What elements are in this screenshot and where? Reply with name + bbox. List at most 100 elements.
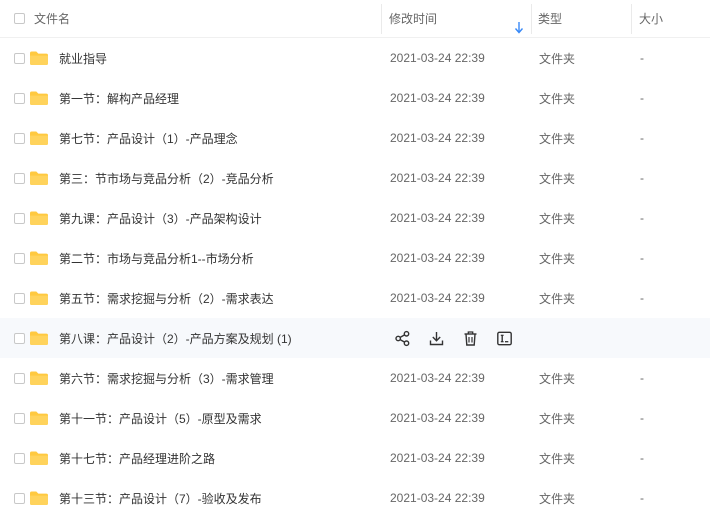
modified-time: 2021-03-24 22:39 [390,211,485,225]
row-check-cell [0,492,25,504]
file-size: - [640,491,644,505]
file-name-link[interactable]: 第八课：产品设计（2）-产品方案及规划 (1) [59,330,292,347]
folder-icon [29,410,49,426]
size-cell: - [631,171,710,185]
column-header-name-label: 文件名 [34,12,71,26]
file-name-link[interactable]: 第一节：解构产品经理 [59,90,179,107]
file-name-link[interactable]: 第七节：产品设计（1）-产品理念 [59,130,238,147]
column-header-name[interactable]: 文件名 [25,10,381,27]
select-all-cell [0,13,25,24]
type-cell: 文件夹 [531,410,631,427]
file-name-link[interactable]: 第九课：产品设计（3）-产品架构设计 [59,210,262,227]
rename-icon[interactable] [496,330,513,347]
file-type: 文件夹 [539,131,576,146]
file-type: 文件夹 [539,291,576,306]
modified-time: 2021-03-24 22:39 [390,251,485,265]
file-size: - [640,371,644,385]
file-name-link[interactable]: 第五节：需求挖掘与分析（2）-需求表达 [59,290,274,307]
file-row[interactable]: 第三：节市场与竞品分析（2）-竞品分析 2021-03-24 22:39 文件夹… [0,158,710,198]
size-cell: - [631,211,710,225]
file-row[interactable]: 第一节：解构产品经理 2021-03-24 22:39 文件夹 - [0,78,710,118]
file-size: - [640,91,644,105]
row-checkbox[interactable] [14,412,25,424]
modified-time: 2021-03-24 22:39 [390,131,485,145]
file-name-link[interactable]: 第二节：市场与竞品分析1--市场分析 [59,250,254,267]
file-name-link[interactable]: 就业指导 [59,50,107,67]
size-cell: - [631,491,710,505]
file-size: - [640,291,644,305]
column-header-modified[interactable]: 修改时间 [381,10,531,34]
row-checkbox[interactable] [14,92,25,104]
row-checkbox[interactable] [14,372,25,384]
file-size: - [640,51,644,65]
share-icon[interactable] [394,330,411,347]
file-size: - [640,171,644,185]
file-row[interactable]: 第二节：市场与竞品分析1--市场分析 2021-03-24 22:39 文件夹 … [0,238,710,278]
row-checkbox[interactable] [14,492,25,504]
file-row[interactable]: 第十七节：产品经理进阶之路 2021-03-24 22:39 文件夹 - [0,438,710,478]
type-cell: 文件夹 [531,290,631,307]
file-name-link[interactable]: 第十三节：产品设计（7）-验收及发布 [59,490,262,507]
column-header-type[interactable]: 类型 [531,10,631,27]
file-name-link[interactable]: 第三：节市场与竞品分析（2）-竞品分析 [59,170,274,187]
column-divider[interactable] [381,4,382,34]
name-cell: 第七节：产品设计（1）-产品理念 [25,130,381,147]
file-row[interactable]: 第十三节：产品设计（7）-验收及发布 2021-03-24 22:39 文件夹 … [0,478,710,518]
column-header-size[interactable]: 大小 [631,10,710,27]
file-type: 文件夹 [539,451,576,466]
modified-cell: 2021-03-24 22:39 [381,91,531,105]
file-row[interactable]: 第七节：产品设计（1）-产品理念 2021-03-24 22:39 文件夹 - [0,118,710,158]
file-name-link[interactable]: 第十七节：产品经理进阶之路 [59,450,215,467]
name-cell: 第十一节：产品设计（5）-原型及需求 [25,410,381,427]
row-check-cell [0,292,25,304]
size-cell: - [631,51,710,65]
file-size: - [640,211,644,225]
sort-desc-icon[interactable] [514,21,524,35]
type-cell: 文件夹 [531,450,631,467]
row-checkbox[interactable] [14,212,25,224]
file-name-link[interactable]: 第十一节：产品设计（5）-原型及需求 [59,410,262,427]
row-actions [381,330,710,347]
modified-time: 2021-03-24 22:39 [390,451,485,465]
row-checkbox[interactable] [14,172,25,184]
row-checkbox[interactable] [14,452,25,464]
size-cell: - [631,371,710,385]
select-all-checkbox[interactable] [14,13,25,24]
file-row[interactable]: 第五节：需求挖掘与分析（2）-需求表达 2021-03-24 22:39 文件夹… [0,278,710,318]
row-checkbox[interactable] [14,252,25,264]
file-row[interactable]: 第九课：产品设计（3）-产品架构设计 2021-03-24 22:39 文件夹 … [0,198,710,238]
row-checkbox[interactable] [14,52,25,64]
name-cell: 第十三节：产品设计（7）-验收及发布 [25,490,381,507]
modified-time: 2021-03-24 22:39 [390,411,485,425]
file-row[interactable]: 就业指导 2021-03-24 22:39 文件夹 - [0,38,710,78]
size-cell: - [631,291,710,305]
delete-icon[interactable] [462,330,479,347]
file-size: - [640,451,644,465]
row-checkbox[interactable] [14,332,25,344]
type-cell: 文件夹 [531,170,631,187]
modified-time: 2021-03-24 22:39 [390,171,485,185]
row-checkbox[interactable] [14,132,25,144]
file-row[interactable]: 第十一节：产品设计（5）-原型及需求 2021-03-24 22:39 文件夹 … [0,398,710,438]
file-size: - [640,251,644,265]
row-check-cell [0,212,25,224]
download-icon[interactable] [428,330,445,347]
file-type: 文件夹 [539,51,576,66]
folder-icon [29,490,49,506]
name-cell: 第十七节：产品经理进阶之路 [25,450,381,467]
row-action-group [390,330,513,347]
folder-icon [29,250,49,266]
file-name-link[interactable]: 第六节：需求挖掘与分析（3）-需求管理 [59,370,274,387]
type-cell: 文件夹 [531,250,631,267]
row-check-cell [0,372,25,384]
file-row[interactable]: 第六节：需求挖掘与分析（3）-需求管理 2021-03-24 22:39 文件夹… [0,358,710,398]
file-size: - [640,411,644,425]
column-divider[interactable] [631,4,632,34]
column-divider[interactable] [531,4,532,34]
row-checkbox[interactable] [14,292,25,304]
size-cell: - [631,451,710,465]
file-row-hovered[interactable]: 第八课：产品设计（2）-产品方案及规划 (1) [0,318,710,358]
folder-icon [29,330,49,346]
folder-icon [29,450,49,466]
name-cell: 第五节：需求挖掘与分析（2）-需求表达 [25,290,381,307]
